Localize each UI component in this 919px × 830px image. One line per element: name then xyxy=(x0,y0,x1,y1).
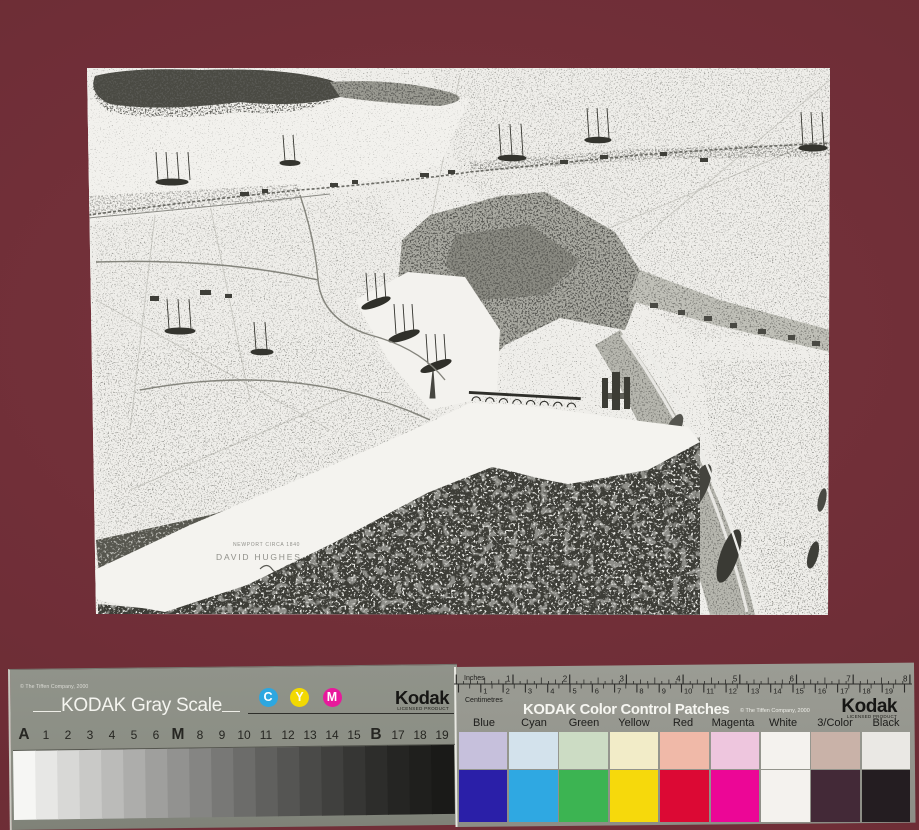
svg-text:2: 2 xyxy=(506,686,510,695)
svg-text:18: 18 xyxy=(862,686,870,695)
svg-text:1: 1 xyxy=(483,686,487,695)
svg-text:16: 16 xyxy=(818,686,826,695)
svg-text:17: 17 xyxy=(840,686,848,695)
svg-text:NEWPORT CIRCA 1840: NEWPORT CIRCA 1840 xyxy=(233,542,300,548)
svg-text:3: 3 xyxy=(528,686,532,695)
svg-text:4: 4 xyxy=(676,674,681,683)
svg-text:13: 13 xyxy=(751,686,759,695)
svg-text:3: 3 xyxy=(619,674,624,683)
svg-text:14: 14 xyxy=(773,686,781,695)
svg-text:10: 10 xyxy=(684,686,692,695)
svg-text:6: 6 xyxy=(790,674,795,683)
svg-text:DAVID HUGHES: DAVID HUGHES xyxy=(216,552,302,562)
svg-text:8: 8 xyxy=(639,686,643,695)
svg-text:15: 15 xyxy=(796,686,804,695)
svg-text:11: 11 xyxy=(706,686,714,695)
svg-text:9: 9 xyxy=(662,686,666,695)
svg-text:6: 6 xyxy=(595,686,599,695)
svg-text:2: 2 xyxy=(563,674,568,683)
svg-text:1: 1 xyxy=(506,674,511,683)
svg-text:12: 12 xyxy=(729,686,737,695)
svg-text:7: 7 xyxy=(617,686,621,695)
svg-text:8: 8 xyxy=(903,674,908,683)
svg-text:4: 4 xyxy=(550,686,554,695)
svg-text:5: 5 xyxy=(573,686,577,695)
svg-text:5: 5 xyxy=(733,674,738,683)
svg-text:7: 7 xyxy=(846,674,851,683)
svg-text:19: 19 xyxy=(885,686,893,695)
